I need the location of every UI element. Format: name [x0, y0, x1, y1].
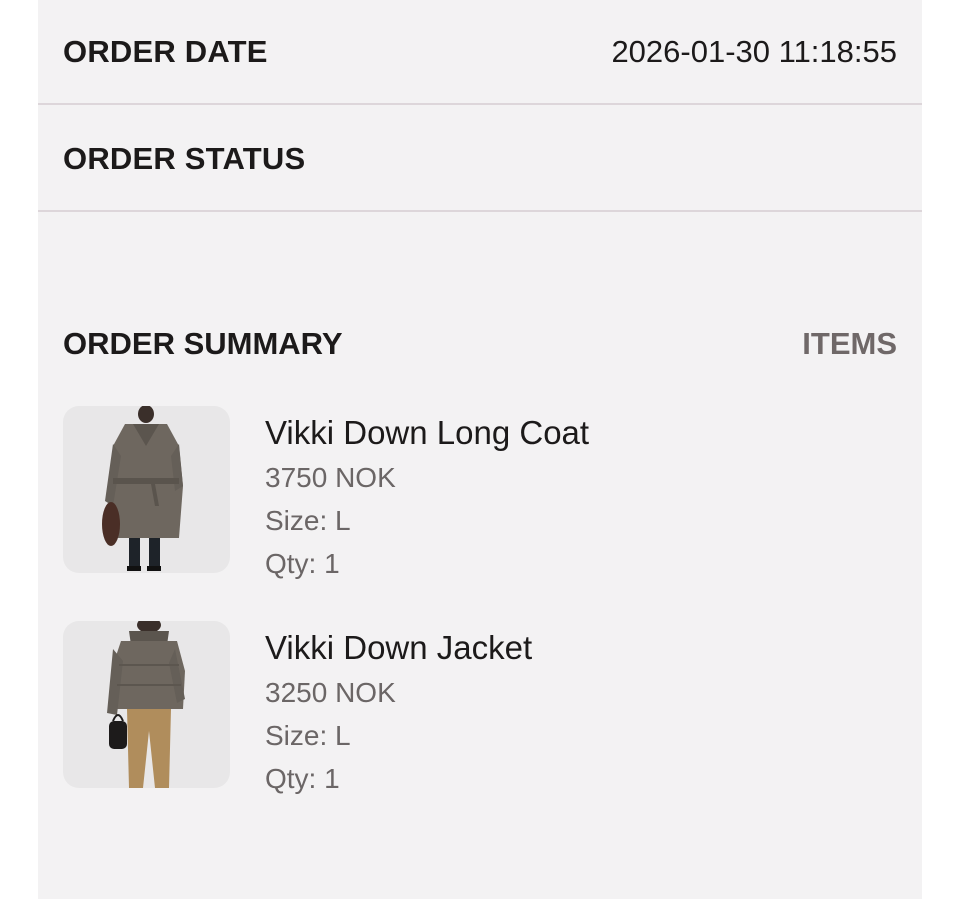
- order-details-panel: ORDER DATE 2026-01-30 11:18:55 ORDER STA…: [38, 0, 922, 899]
- order-date-label: ORDER DATE: [63, 34, 268, 69]
- item-quantity: Qty: 1: [265, 548, 340, 579]
- order-item: Vikki Down Long Coat 3750 NOK Size: L Qt…: [63, 406, 903, 579]
- item-size: Size: L: [265, 505, 351, 536]
- items-link[interactable]: ITEMS: [802, 326, 897, 362]
- long-coat-product-image[interactable]: [63, 406, 230, 573]
- item-price: 3250 NOK: [265, 677, 396, 708]
- long-coat-illustration: [102, 406, 183, 571]
- down-jacket-illustration: [107, 621, 185, 788]
- item-name[interactable]: Vikki Down Jacket: [265, 629, 532, 667]
- item-name[interactable]: Vikki Down Long Coat: [265, 414, 589, 452]
- order-status-row: ORDER STATUS: [38, 105, 922, 212]
- order-summary-title: ORDER SUMMARY: [63, 326, 343, 361]
- item-quantity: Qty: 1: [265, 763, 340, 794]
- order-status-label: ORDER STATUS: [63, 141, 306, 176]
- item-price: 3750 NOK: [265, 462, 396, 493]
- order-date-row: ORDER DATE 2026-01-30 11:18:55: [38, 0, 922, 105]
- order-date-value: 2026-01-30 11:18:55: [611, 34, 897, 69]
- order-item: Vikki Down Jacket 3250 NOK Size: L Qty: …: [63, 621, 903, 794]
- item-size: Size: L: [265, 720, 351, 751]
- down-jacket-product-image[interactable]: [63, 621, 230, 788]
